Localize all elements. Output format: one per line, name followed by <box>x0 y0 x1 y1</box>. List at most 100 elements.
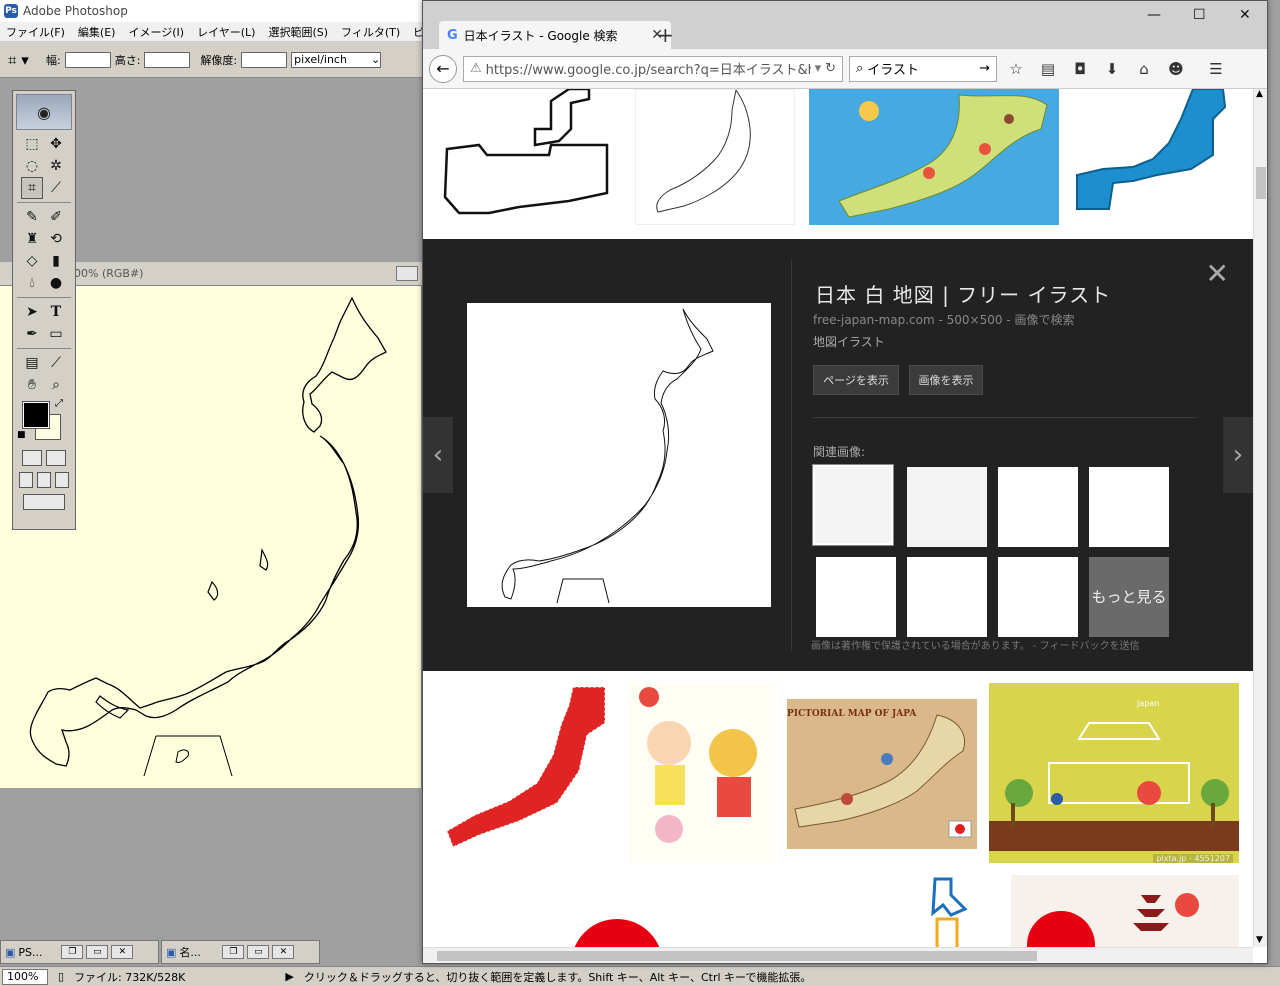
scroll-down-icon[interactable]: ▼ <box>1256 935 1263 945</box>
related-image-5[interactable] <box>816 557 896 637</box>
slice-icon[interactable]: ⟋ <box>45 177 67 199</box>
crop-tool-icon[interactable]: ⌗ ▾ <box>8 51 42 69</box>
result-image-dot-map[interactable] <box>439 683 617 863</box>
go-arrow-icon[interactable]: → <box>979 61 990 76</box>
path-select-icon[interactable]: ➤ <box>21 301 43 323</box>
hand-icon[interactable]: ✋︎ <box>21 374 43 396</box>
eraser-icon[interactable]: ◇ <box>21 250 43 272</box>
height-input[interactable] <box>144 51 191 68</box>
standard-mode-button[interactable] <box>22 450 42 466</box>
menu-view[interactable]: ビュー(V) <box>413 24 422 40</box>
new-tab-icon[interactable]: + <box>657 23 674 47</box>
maximize-button[interactable]: ▭ <box>247 945 270 959</box>
reader-list-icon[interactable]: ▤ <box>1035 56 1061 82</box>
type-icon[interactable]: T <box>45 301 67 323</box>
dropdown-icon[interactable]: ▾ <box>815 61 822 76</box>
result-image-pictorial-map[interactable]: PICTORIAL MAP OF JAPAN <box>787 699 977 849</box>
bookmark-star-icon[interactable]: ☆ <box>1003 56 1029 82</box>
dodge-icon[interactable]: ● <box>45 272 67 294</box>
swap-colors-icon[interactable]: ⤢ <box>55 398 63 409</box>
result-image-welcome-japan[interactable]: Japan pixta.jp - 4551207 <box>989 683 1239 863</box>
back-icon[interactable]: ← <box>429 54 457 83</box>
menu-layer[interactable]: レイヤー(L) <box>197 24 255 40</box>
menu-filter[interactable]: フィルタ(T) <box>341 24 400 40</box>
screen-mode-standard[interactable] <box>19 472 33 488</box>
jump-to-imageready-button[interactable] <box>23 494 65 510</box>
magic-wand-icon[interactable]: ✲ <box>45 155 67 177</box>
prev-arrow-icon[interactable]: ‹ <box>423 417 453 493</box>
view-image-button[interactable]: 画像を表示 <box>909 365 983 395</box>
foreground-color[interactable] <box>22 401 50 429</box>
width-input[interactable] <box>64 51 111 68</box>
lasso-icon[interactable]: ◌ <box>21 155 43 177</box>
menu-image[interactable]: イメージ(I) <box>128 24 184 40</box>
maximize-window-icon[interactable]: ☐ <box>1193 7 1206 23</box>
minimize-button[interactable] <box>396 266 418 281</box>
minimized-window-name[interactable]: ▣ 名... ❐ ▭ ✕ <box>161 940 320 964</box>
search-box[interactable]: ⌕ イラスト → <box>849 55 997 82</box>
quick-mask-button[interactable] <box>46 450 66 466</box>
result-image-illustrated-map[interactable] <box>809 89 1059 225</box>
related-image-3[interactable] <box>998 467 1078 547</box>
reload-icon[interactable]: ↻ <box>825 61 836 76</box>
gradient-icon[interactable]: ▮ <box>45 250 67 272</box>
close-icon[interactable]: ✕ <box>272 945 295 959</box>
healing-brush-icon[interactable]: ✎ <box>21 206 43 228</box>
copyright-note[interactable]: 画像は著作権で保護されている場合があります。 - フィードバックを送信 <box>811 637 1139 652</box>
scroll-up-icon[interactable]: ▲ <box>1256 89 1263 99</box>
stamp-icon[interactable]: ♜ <box>21 228 43 250</box>
restore-button[interactable]: ❐ <box>61 945 84 959</box>
result-image-japan-outline-map[interactable] <box>635 89 795 225</box>
minimized-window-ps[interactable]: ▣ PS... ❐ ▭ ✕ <box>0 940 159 964</box>
hamburger-menu-icon[interactable]: ☰ <box>1203 56 1229 82</box>
minimize-window-icon[interactable]: — <box>1147 7 1161 23</box>
vertical-scroll-thumb[interactable] <box>1256 167 1266 199</box>
vertical-scrollbar[interactable]: ▲ ▼ <box>1253 89 1267 947</box>
zoom-icon[interactable]: ⌕ <box>45 374 67 396</box>
result-image-blue-block-map[interactable] <box>819 875 987 947</box>
menu-select[interactable]: 選択範囲(S) <box>268 24 328 40</box>
result-image-cartoon-characters[interactable] <box>629 683 775 863</box>
crop-icon[interactable]: ⌗ <box>21 177 43 199</box>
marquee-icon[interactable]: ⬚ <box>21 133 43 155</box>
view-page-button[interactable]: ページを表示 <box>813 365 899 395</box>
brush-icon[interactable]: ✐ <box>45 206 67 228</box>
related-image-4[interactable] <box>1089 467 1169 547</box>
zoom-level[interactable]: 100% <box>2 968 48 985</box>
unit-select[interactable]: pixel/inch ⌄ <box>291 51 382 68</box>
preview-source[interactable]: free-japan-map.com - 500×500 - 画像で検索 <box>813 311 1074 328</box>
close-icon[interactable]: ✕ <box>1206 257 1229 290</box>
related-image-7[interactable] <box>998 557 1078 637</box>
download-icon[interactable]: ⬇ <box>1099 56 1125 82</box>
screen-mode-full-menu[interactable] <box>37 472 51 488</box>
history-brush-icon[interactable]: ⟲ <box>45 228 67 250</box>
preview-title[interactable]: 日本 白 地図 | フリー イラスト <box>815 279 1111 308</box>
notes-icon[interactable]: ▤ <box>21 352 43 374</box>
blur-icon[interactable]: 💧︎ <box>21 272 43 294</box>
restore-button[interactable]: ❐ <box>222 945 245 959</box>
pen-icon[interactable]: ✒ <box>21 323 43 345</box>
menu-file[interactable]: ファイル(F) <box>6 24 65 40</box>
next-arrow-icon[interactable]: › <box>1223 417 1253 493</box>
result-image-japan-block-map[interactable] <box>439 89 621 225</box>
result-image-3d-blue-map[interactable] <box>1073 89 1239 225</box>
menu-edit[interactable]: 編集(E) <box>78 24 116 40</box>
more-images-button[interactable]: もっと見る <box>1089 557 1169 637</box>
eyedropper-icon[interactable]: ⟋ <box>45 352 67 374</box>
result-image-pagoda-fan[interactable] <box>1011 875 1239 947</box>
home-icon[interactable]: ⌂ <box>1131 56 1157 82</box>
preview-image[interactable] <box>467 303 771 607</box>
default-colors-icon[interactable]: ■ <box>17 430 26 440</box>
maximize-button[interactable]: ▭ <box>86 945 109 959</box>
result-image-japan-flag[interactable] <box>479 875 755 947</box>
horizontal-scrollbar[interactable] <box>423 947 1253 963</box>
browser-tab[interactable]: G 日本イラスト - Google 検索 ✕ <box>439 21 671 49</box>
toolbox-header-eye-icon[interactable]: ◉ <box>16 94 72 130</box>
screen-mode-full[interactable] <box>55 472 69 488</box>
resolution-input[interactable] <box>241 51 288 68</box>
move-icon[interactable]: ✥ <box>45 133 67 155</box>
play-icon[interactable]: ▶ <box>285 970 293 983</box>
close-icon[interactable]: ✕ <box>111 945 134 959</box>
smiley-icon[interactable]: ☻ <box>1163 56 1189 82</box>
url-bar[interactable]: ⚠ https://www.google.co.jp/search?q=日本イラ… <box>463 55 843 82</box>
